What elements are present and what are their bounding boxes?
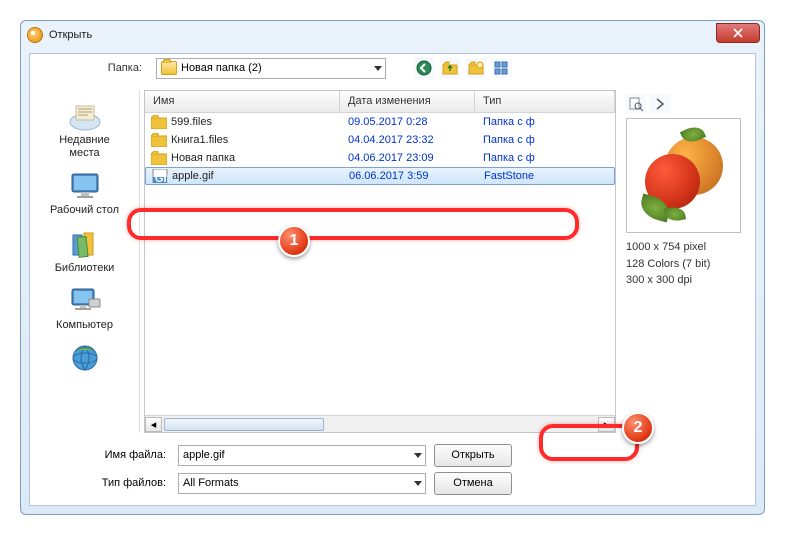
open-dialog: Открыть Папка: Новая папка (2) xyxy=(20,20,765,515)
place-recent[interactable]: Недавние места xyxy=(40,96,130,164)
col-date[interactable]: Дата изменения xyxy=(340,91,475,112)
folder-dropdown[interactable]: Новая папка (2) xyxy=(156,58,386,79)
chevron-down-icon xyxy=(374,66,382,71)
file-name: apple.gif xyxy=(172,170,214,182)
filetype-dropdown[interactable]: All Formats xyxy=(178,473,426,494)
place-desktop[interactable]: Рабочий стол xyxy=(40,166,130,221)
file-list: Имя Дата изменения Тип 599.files 09.05.20… xyxy=(144,90,616,433)
up-folder-button[interactable] xyxy=(440,58,460,78)
file-date: 04.04.2017 23:32 xyxy=(340,134,475,146)
annotation-badge-2: 2 xyxy=(622,412,654,444)
file-type: Папка с ф xyxy=(475,116,615,128)
file-row[interactable]: Книга1.files 04.04.2017 23:32Папка с ф xyxy=(145,131,615,149)
file-type: Папка с ф xyxy=(475,134,615,146)
file-row[interactable]: GIF apple.gif 06.06.2017 3:59FastStone xyxy=(145,167,615,185)
places-bar: Недавние места Рабочий стол Библиотеки К… xyxy=(30,90,140,433)
folder-label: Папка: xyxy=(38,62,148,74)
view-menu-button[interactable] xyxy=(492,58,512,78)
preview-dimensions: 1000 x 754 pixel xyxy=(626,239,755,256)
preview-pane: 1000 x 754 pixel 128 Colors (7 bit) 300 … xyxy=(620,90,755,433)
file-row[interactable]: Новая папка 04.06.2017 23:09Папка с ф xyxy=(145,149,615,167)
preview-colors: 128 Colors (7 bit) xyxy=(626,256,755,273)
horizontal-scrollbar[interactable]: ◂ ▸ xyxy=(145,415,615,432)
file-date: 04.06.2017 23:09 xyxy=(340,152,475,164)
chevron-down-icon xyxy=(414,453,422,458)
place-computer[interactable]: Компьютер xyxy=(40,281,130,336)
window-title: Открыть xyxy=(49,29,92,41)
cancel-button[interactable]: Отмена xyxy=(434,472,512,495)
filename-input[interactable]: apple.gif xyxy=(178,445,426,466)
filename-label: Имя файла: xyxy=(70,449,170,461)
new-folder-button[interactable] xyxy=(466,58,486,78)
file-type: Папка с ф xyxy=(475,152,615,164)
folder-value: Новая папка (2) xyxy=(181,62,262,74)
file-name: Книга1.files xyxy=(171,134,228,146)
file-name: 599.files xyxy=(171,116,212,128)
preview-zoom-icon[interactable] xyxy=(626,94,646,114)
place-network[interactable] xyxy=(40,338,130,380)
scroll-right-button[interactable]: ▸ xyxy=(598,417,615,432)
chevron-down-icon xyxy=(414,481,422,486)
place-libraries[interactable]: Библиотеки xyxy=(40,224,130,279)
col-name[interactable]: Имя xyxy=(145,91,340,112)
file-name: Новая папка xyxy=(171,152,235,164)
folder-icon xyxy=(161,61,177,75)
open-button[interactable]: Открыть xyxy=(434,444,512,467)
titlebar[interactable]: Открыть xyxy=(21,21,764,49)
scroll-thumb[interactable] xyxy=(164,418,324,431)
svg-text:GIF: GIF xyxy=(155,173,168,183)
file-row[interactable]: 599.files 09.05.2017 0:28Папка с ф xyxy=(145,113,615,131)
file-type: FastStone xyxy=(476,170,614,182)
back-button[interactable] xyxy=(414,58,434,78)
filetype-label: Тип файлов: xyxy=(70,477,170,489)
close-button[interactable] xyxy=(716,23,760,43)
scroll-left-button[interactable]: ◂ xyxy=(145,417,162,432)
file-date: 09.05.2017 0:28 xyxy=(340,116,475,128)
annotation-badge-1: 1 xyxy=(278,225,310,257)
app-icon xyxy=(27,27,43,43)
col-type[interactable]: Тип xyxy=(475,91,615,112)
preview-dpi: 300 x 300 dpi xyxy=(626,272,755,289)
preview-image xyxy=(626,118,741,233)
file-date: 06.06.2017 3:59 xyxy=(341,170,476,182)
preview-next-icon[interactable] xyxy=(650,94,670,114)
